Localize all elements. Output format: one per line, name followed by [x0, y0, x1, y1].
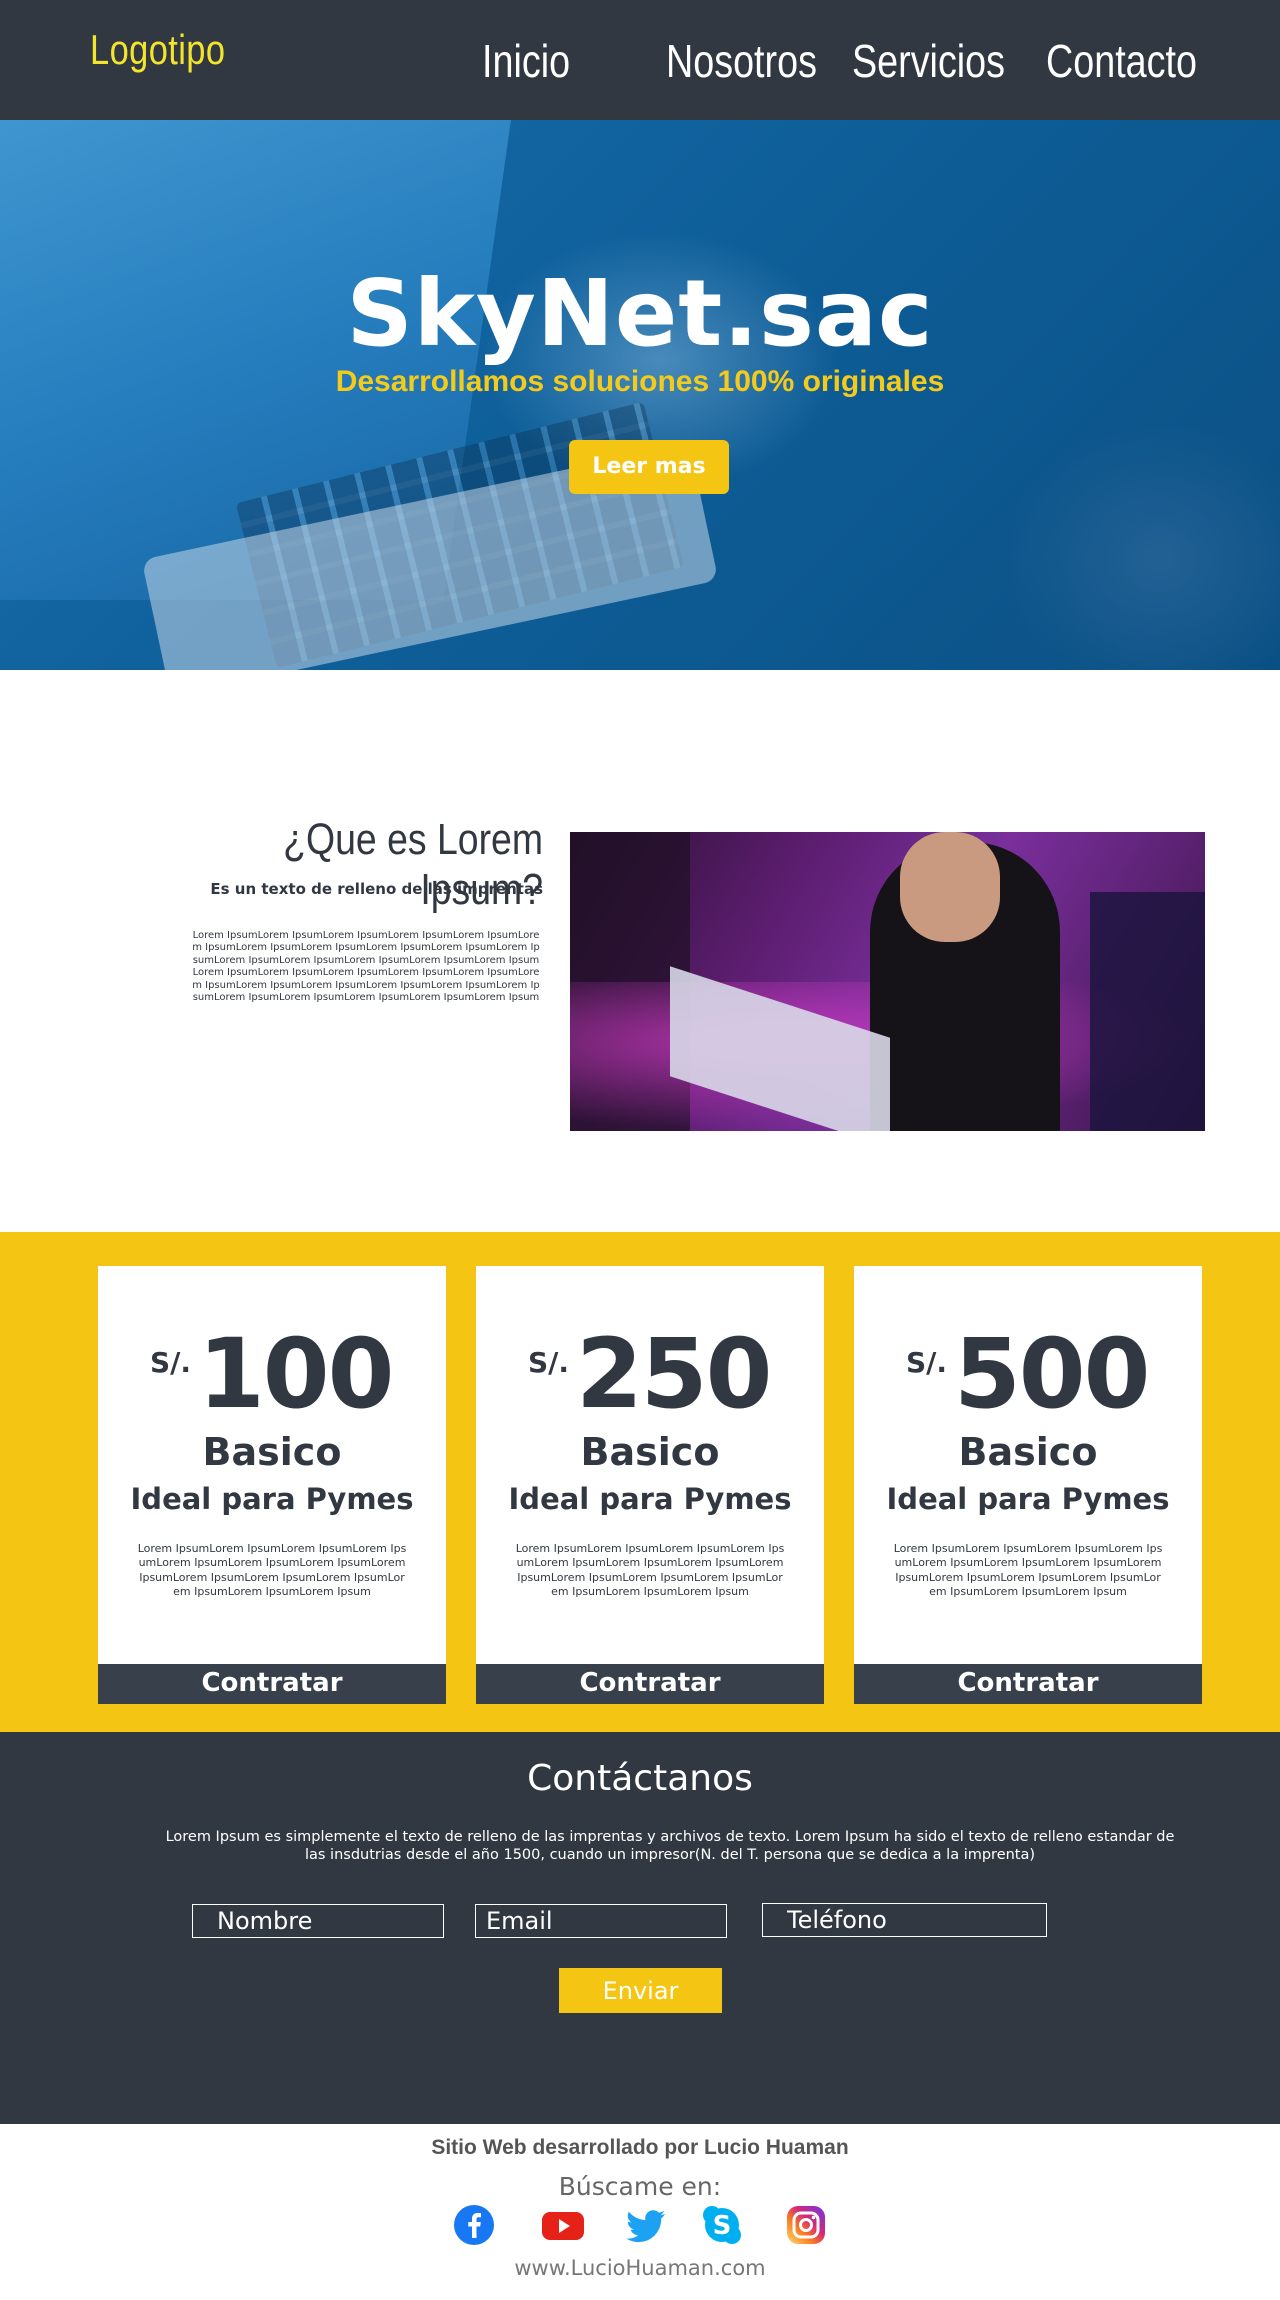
card-description: Lorem IpsumLorem IpsumLorem IpsumLorem I…: [893, 1542, 1163, 1598]
hero-title: SkyNet.sac: [346, 260, 934, 367]
contract-button[interactable]: Contratar: [854, 1664, 1202, 1704]
contact-title: Contáctanos: [527, 1758, 753, 1799]
footer-find-me: Búscame en:: [558, 2172, 722, 2201]
card-tagline: Ideal para Pymes: [130, 1482, 414, 1516]
card-currency: S/.: [906, 1346, 948, 1379]
contact-description: Lorem Ipsum es simplemente el texto de r…: [165, 1829, 1175, 1863]
card-currency: S/.: [150, 1346, 192, 1379]
card-plan: Basico: [958, 1430, 1098, 1474]
facebook-icon[interactable]: [453, 2204, 495, 2246]
about-title: ¿Que es Lorem Ipsum?: [283, 815, 543, 914]
pricing-card: S/. 100 Basico Ideal para Pymes Lorem Ip…: [98, 1266, 446, 1704]
instagram-icon[interactable]: [785, 2204, 827, 2246]
skype-icon[interactable]: S: [701, 2204, 743, 2246]
pricing-card: S/. 250 Basico Ideal para Pymes Lorem Ip…: [476, 1266, 824, 1704]
nav-inicio[interactable]: Inicio: [482, 34, 570, 88]
card-currency: S/.: [528, 1346, 570, 1379]
nav-nosotros[interactable]: Nosotros: [666, 34, 817, 88]
contact-section: Contáctanos Lorem Ipsum es simplemente e…: [0, 1732, 1280, 2124]
about-body: Lorem IpsumLorem IpsumLorem IpsumLorem I…: [192, 930, 540, 1004]
card-description: Lorem IpsumLorem IpsumLorem IpsumLorem I…: [137, 1542, 407, 1598]
logo[interactable]: Logotipo: [90, 26, 225, 74]
about-photo: [570, 832, 1205, 1131]
card-tagline: Ideal para Pymes: [886, 1482, 1170, 1516]
name-field[interactable]: [192, 1904, 444, 1938]
about-subtitle: Es un texto de relleno de las imprentas: [210, 880, 543, 898]
nav-contacto[interactable]: Contacto: [1046, 34, 1197, 88]
card-price: 500: [954, 1318, 1150, 1430]
pricing-section: S/. 100 Basico Ideal para Pymes Lorem Ip…: [0, 1232, 1280, 1732]
nav-servicios[interactable]: Servicios: [852, 34, 1005, 88]
card-price: 100: [198, 1318, 394, 1430]
email-field[interactable]: [475, 1904, 727, 1938]
youtube-icon[interactable]: [541, 2204, 585, 2246]
svg-text:S: S: [713, 2211, 732, 2241]
card-tagline: Ideal para Pymes: [508, 1482, 792, 1516]
twitter-icon[interactable]: [625, 2204, 667, 2246]
photo-background-right: [1090, 892, 1205, 1131]
contract-button[interactable]: Contratar: [476, 1664, 824, 1704]
site-header: Logotipo Inicio Nosotros Servicios Conta…: [0, 0, 1280, 120]
hero-subtitle: Desarrollamos soluciones 100% originales: [335, 365, 945, 398]
read-more-button[interactable]: Leer mas: [569, 440, 729, 494]
photo-person-head: [900, 832, 1000, 942]
hero-sleeve-image: [1000, 420, 1280, 670]
phone-field[interactable]: [762, 1903, 1047, 1937]
contract-button[interactable]: Contratar: [98, 1664, 446, 1704]
card-plan: Basico: [580, 1430, 720, 1474]
footer-website-link[interactable]: www.LucioHuaman.com: [0, 2256, 1280, 2280]
card-description: Lorem IpsumLorem IpsumLorem IpsumLorem I…: [515, 1542, 785, 1598]
card-plan: Basico: [202, 1430, 342, 1474]
pricing-card: S/. 500 Basico Ideal para Pymes Lorem Ip…: [854, 1266, 1202, 1704]
footer-credit: Sitio Web desarrollado por Lucio Huaman: [431, 2136, 849, 2159]
site-footer: Sitio Web desarrollado por Lucio Huaman …: [0, 2124, 1280, 2300]
send-button[interactable]: Enviar: [559, 1968, 722, 2013]
card-price: 250: [576, 1318, 772, 1430]
hero-banner: SkyNet.sac Desarrollamos soluciones 100%…: [0, 120, 1280, 670]
